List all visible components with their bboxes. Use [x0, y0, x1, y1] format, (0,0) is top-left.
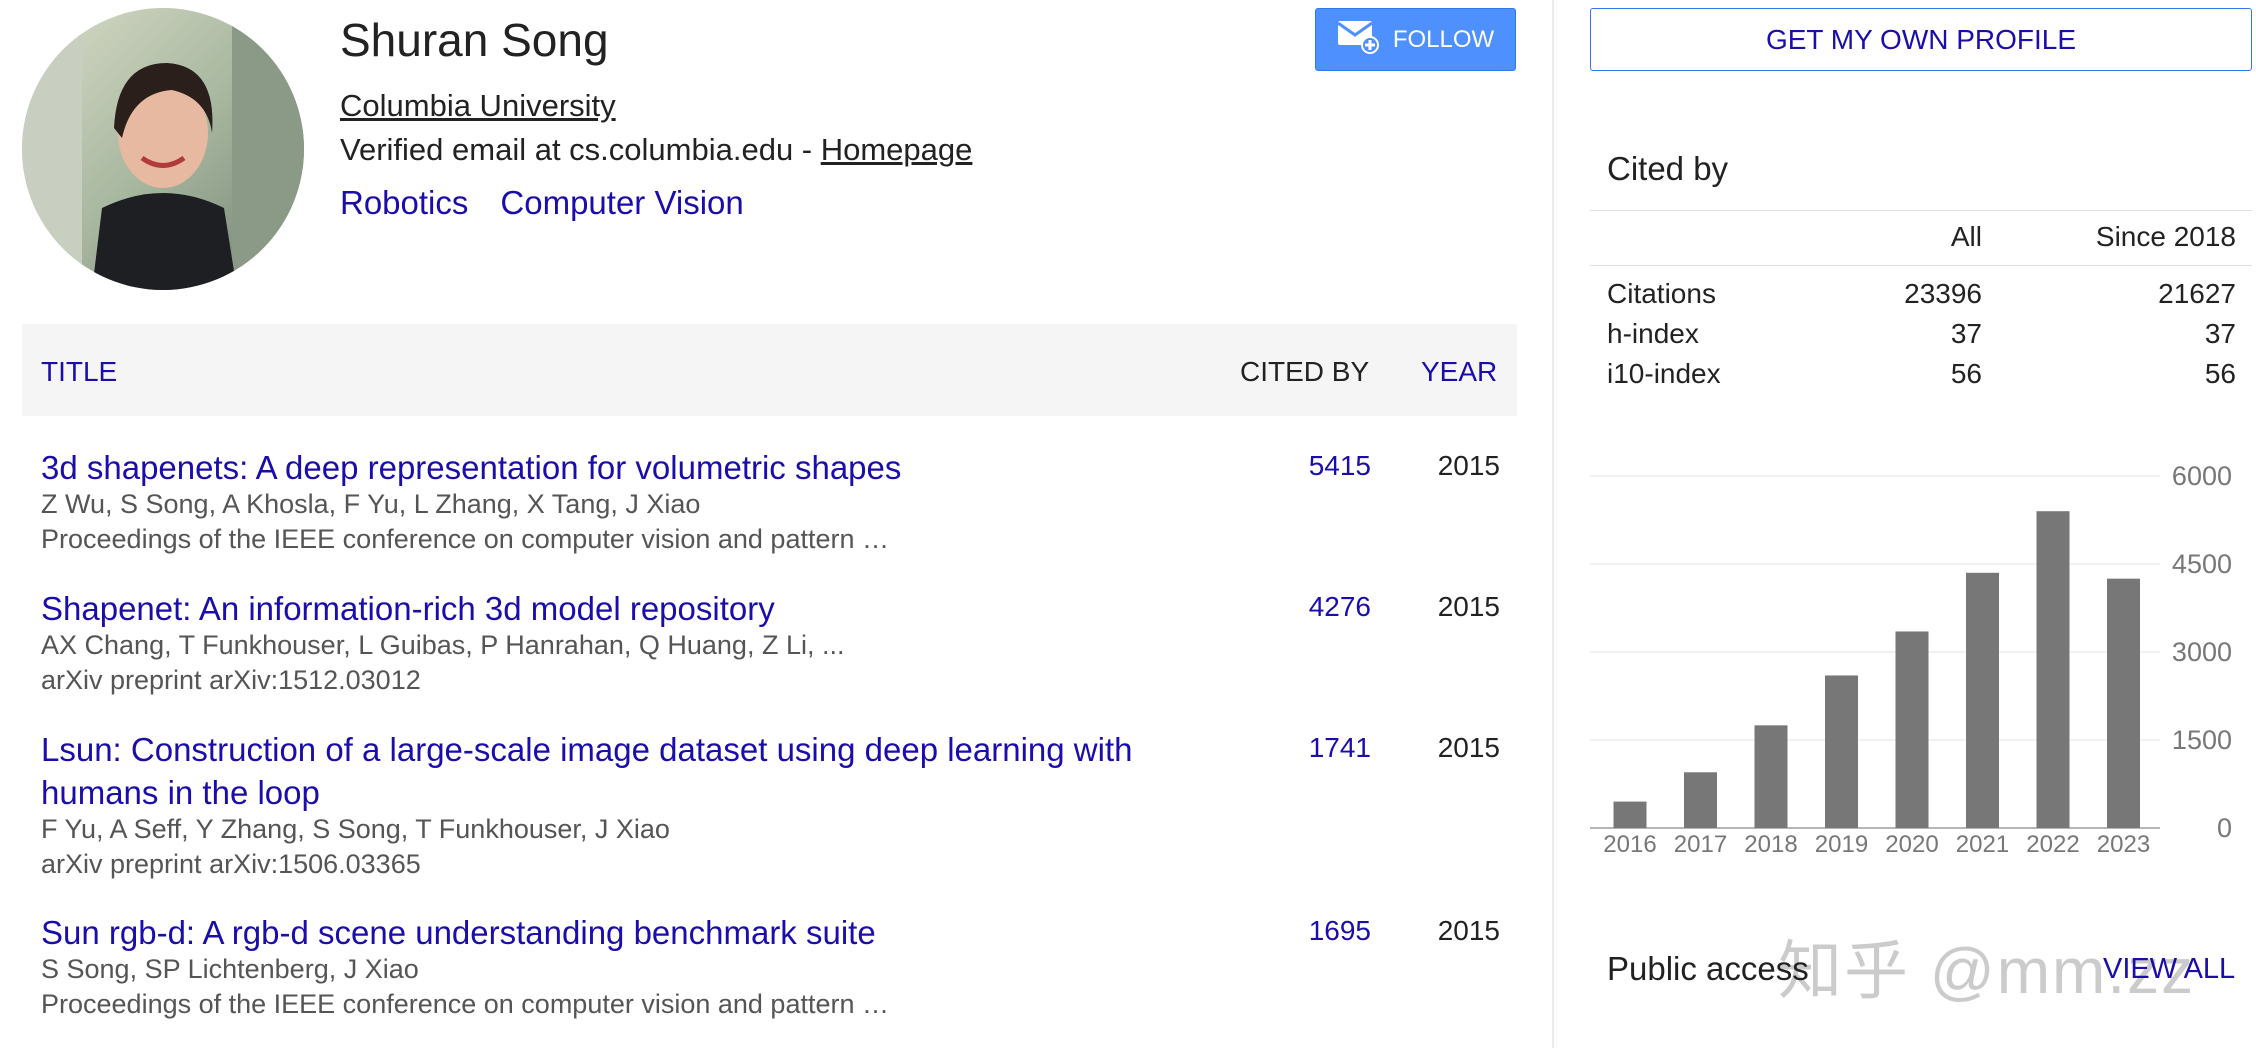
bar-2016[interactable]	[1613, 801, 1647, 828]
article-cited-by-link[interactable]: 1695	[1309, 915, 1371, 947]
article-authors: AX Chang, T Funkhouser, L Guibas, P Hanr…	[41, 630, 845, 660]
stats-value-all: 56	[1950, 358, 1982, 389]
x-tick-label: 2022	[2026, 831, 2079, 858]
bar-2020[interactable]	[1895, 631, 1929, 828]
article-year: 2015	[1437, 450, 1500, 481]
mail-follow-icon	[1336, 18, 1379, 61]
stats-value-since: 37	[2204, 318, 2236, 349]
stats-col-since: Since 2018	[2095, 221, 2236, 252]
article-year: 2015	[1437, 732, 1500, 763]
profile-photo	[22, 8, 304, 290]
research-interests: Robotics Computer Vision	[340, 184, 776, 222]
x-tick-label: 2016	[1603, 831, 1656, 858]
article-row: Lsun: Construction of a large-scale imag…	[22, 728, 1517, 888]
stats-row-h-index: h-index 37 37	[1590, 312, 2252, 352]
homepage-link[interactable]: Homepage	[821, 132, 973, 167]
bar-2023[interactable]	[2107, 578, 2140, 828]
sort-by-title[interactable]: TITLE	[41, 356, 117, 388]
y-tick-label: 6000	[2172, 461, 2232, 491]
stats-col-all: All	[1950, 221, 1982, 252]
x-tick-label: 2023	[2097, 831, 2150, 858]
view-all-link[interactable]: VIEW ALL	[2103, 953, 2235, 986]
stats-label: i10-index	[1607, 358, 1721, 389]
y-tick-label: 3000	[2172, 637, 2232, 667]
bar-2022[interactable]	[2036, 511, 2070, 828]
interest-robotics[interactable]: Robotics	[340, 184, 468, 221]
article-year: 2015	[1437, 915, 1500, 946]
article-venue: arXiv preprint arXiv:1506.03365	[41, 849, 421, 879]
article-cited-by-link[interactable]: 1741	[1309, 732, 1371, 764]
article-year: 2015	[1437, 591, 1500, 622]
articles-table-header: TITLE CITED BY YEAR	[22, 324, 1517, 416]
email-line: Verified email at cs.columbia.edu - Home…	[340, 132, 972, 168]
follow-button[interactable]: FOLLOW	[1315, 8, 1516, 71]
bar-2017[interactable]	[1684, 772, 1717, 828]
y-tick-label: 1500	[2172, 725, 2232, 755]
stats-value-all: 23396	[1904, 278, 1982, 309]
affiliation-link[interactable]: Columbia University	[340, 88, 616, 124]
verified-email: Verified email at cs.columbia.edu -	[340, 132, 821, 167]
x-tick-label: 2018	[1744, 831, 1797, 858]
cited-by-heading: Cited by	[1607, 150, 1729, 187]
cited-by-column-header: CITED BY	[1240, 356, 1370, 387]
stats-label: h-index	[1607, 318, 1699, 349]
citations-per-year-chart: 0 1500 3000 4500 6000 2016 2017 2018 2019 2020 202…	[1590, 450, 2256, 870]
stats-value-since: 21627	[2158, 278, 2236, 309]
article-row: 3d shapenets: A deep representation for …	[22, 446, 1517, 566]
citation-stats-table: All Since 2018 Citations 23396 21627 h-i…	[1590, 210, 2252, 392]
bar-2019[interactable]	[1825, 675, 1858, 828]
follow-label: FOLLOW	[1392, 25, 1495, 53]
article-row: Shapenet: An information-rich 3d model r…	[22, 587, 1517, 707]
article-title-link[interactable]: Lsun: Construction of a large-scale imag…	[41, 728, 1221, 814]
stats-label: Citations	[1607, 278, 1716, 309]
bar-2018[interactable]	[1754, 725, 1788, 828]
stats-row-i10-index: i10-index 56 56	[1590, 352, 2252, 392]
sort-by-year[interactable]: YEAR	[1421, 356, 1497, 388]
citations-bar-chart: 0 1500 3000 4500 6000 2016 2017 2018 2019 2020 202…	[1590, 461, 2232, 858]
article-authors: F Yu, A Seff, Y Zhang, S Song, T Funkhou…	[41, 814, 670, 844]
article-cited-by-link[interactable]: 5415	[1309, 450, 1371, 482]
article-row: Sun rgb-d: A rgb-d scene understanding b…	[22, 911, 1517, 1031]
article-title-link[interactable]: 3d shapenets: A deep representation for …	[41, 446, 1221, 489]
article-venue: Proceedings of the IEEE conference on co…	[41, 989, 889, 1019]
article-venue: Proceedings of the IEEE conference on co…	[41, 524, 889, 554]
public-access-heading: Public access	[1607, 950, 1809, 987]
stats-value-all: 37	[1950, 318, 1982, 349]
x-tick-label: 2017	[1674, 831, 1727, 858]
interest-computer-vision[interactable]: Computer Vision	[500, 184, 743, 221]
column-divider	[1552, 0, 1554, 1048]
article-authors: S Song, SP Lichtenberg, J Xiao	[41, 954, 419, 984]
profile-name: Shuran Song	[340, 14, 609, 66]
get-my-own-profile-button[interactable]: GET MY OWN PROFILE	[1590, 8, 2252, 71]
x-tick-label: 2020	[1885, 831, 1938, 858]
stats-row-citations: Citations 23396 21627	[1590, 272, 2252, 312]
x-tick-label: 2021	[1956, 831, 2009, 858]
article-title-link[interactable]: Sun rgb-d: A rgb-d scene understanding b…	[41, 911, 1221, 954]
stats-header-row: All Since 2018	[1590, 210, 2252, 266]
stats-value-since: 56	[2204, 358, 2236, 389]
x-tick-label: 2019	[1815, 831, 1868, 858]
article-cited-by-link[interactable]: 4276	[1309, 591, 1371, 623]
article-venue: arXiv preprint arXiv:1512.03012	[41, 665, 421, 695]
bar-2021[interactable]	[1966, 572, 1999, 828]
article-authors: Z Wu, S Song, A Khosla, F Yu, L Zhang, X…	[41, 489, 701, 519]
article-title-link[interactable]: Shapenet: An information-rich 3d model r…	[41, 587, 1221, 630]
y-tick-label: 4500	[2172, 549, 2232, 579]
y-tick-label: 0	[2217, 813, 2232, 843]
public-access-counts-cutoff	[1607, 1035, 2252, 1048]
